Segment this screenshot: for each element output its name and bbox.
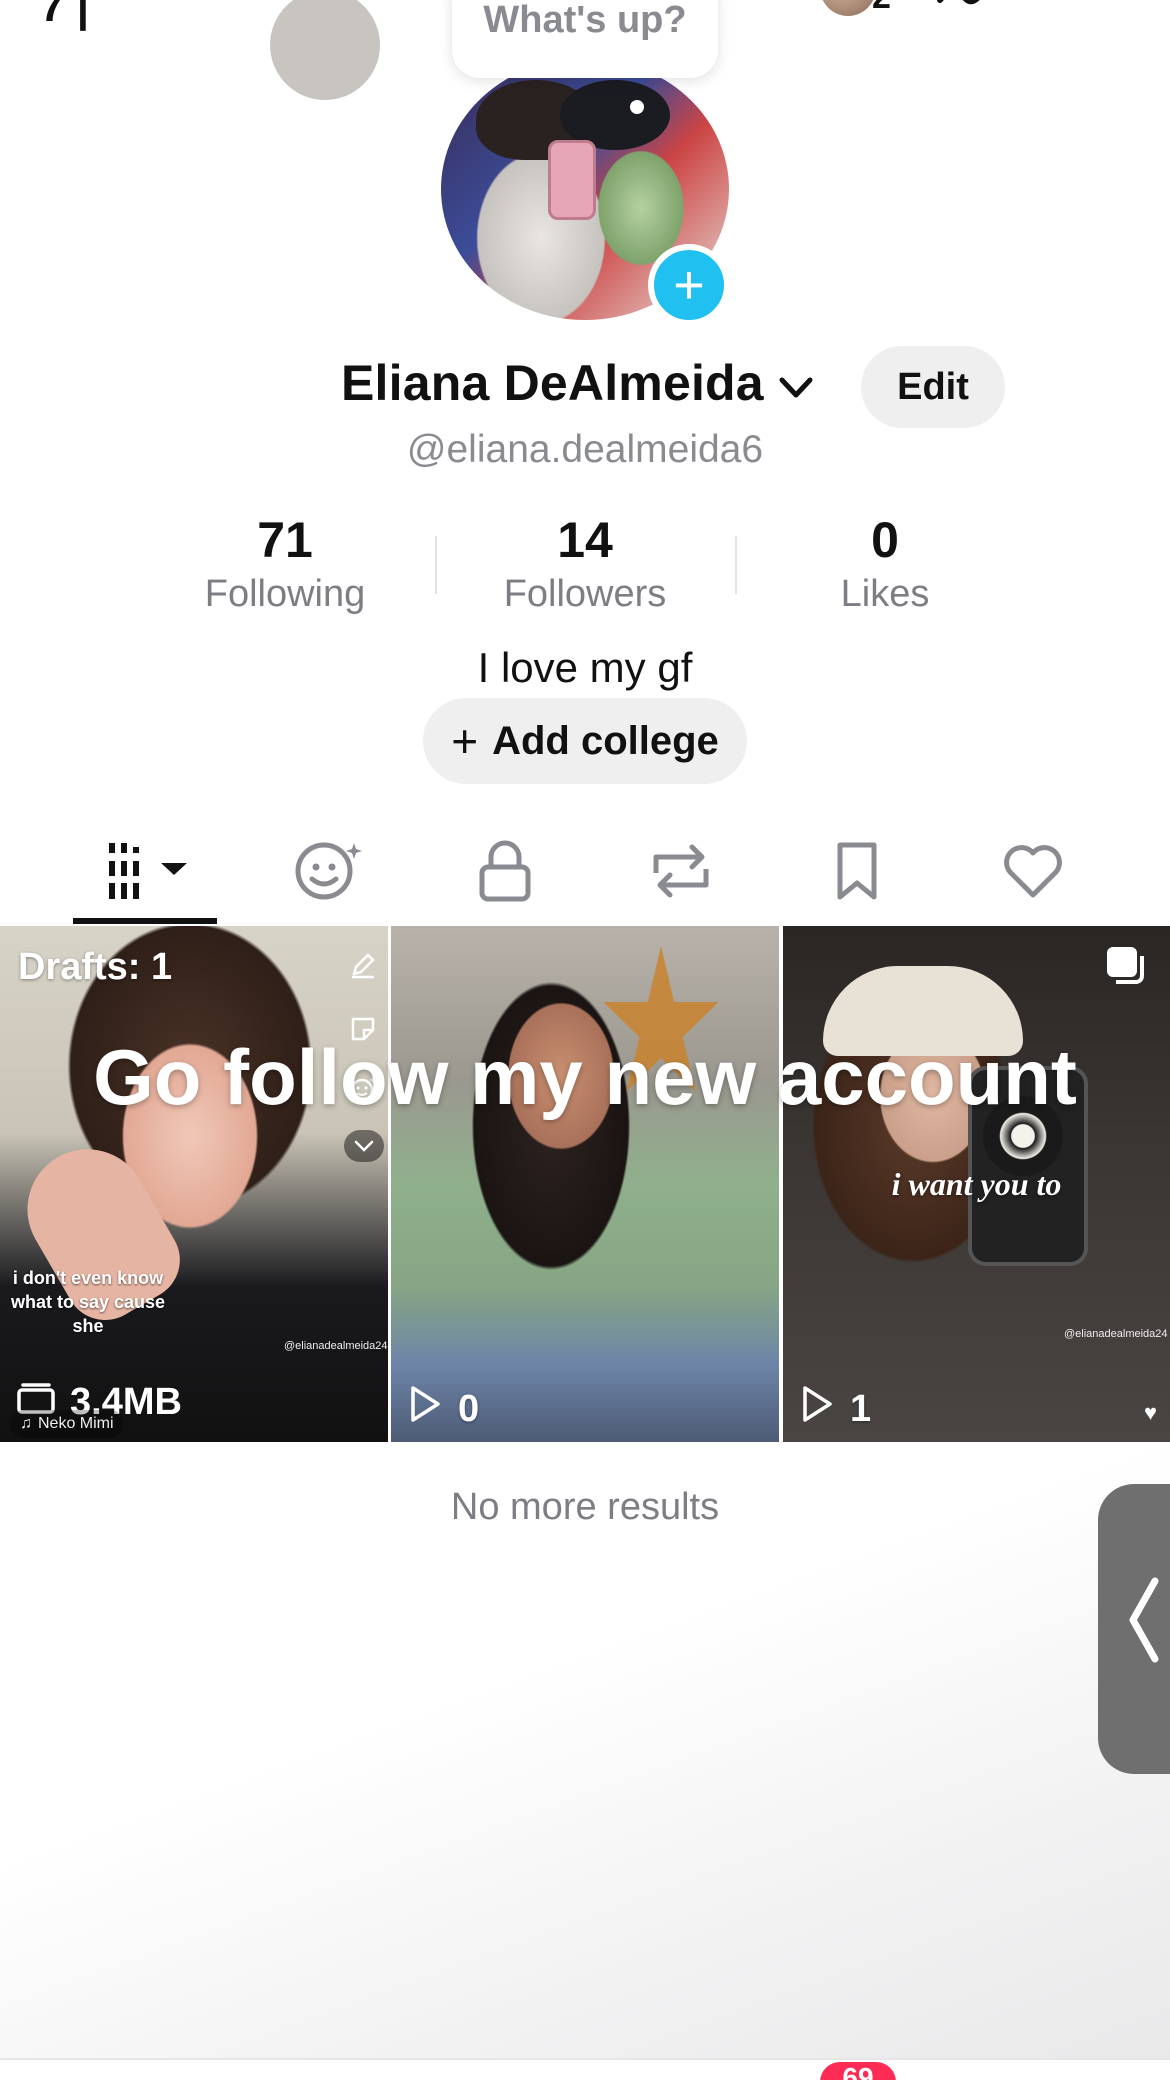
repost-icon bbox=[646, 839, 716, 908]
status-bar-glyph: 7 | bbox=[40, 0, 90, 31]
overlay-text: Go follow my new account bbox=[93, 1033, 1077, 1121]
add-college-button[interactable]: + Add college bbox=[423, 698, 747, 784]
profile-handle: @eliana.dealmeida6 bbox=[406, 428, 764, 471]
status-bubble[interactable]: What's up? bbox=[452, 0, 718, 78]
multi-photo-icon bbox=[1104, 944, 1146, 986]
grid-icon bbox=[99, 841, 191, 906]
chevron-down-icon[interactable] bbox=[776, 368, 816, 408]
stats-row: 71 Following 14 Followers 0 Likes bbox=[0, 510, 1170, 620]
view-count: 0 bbox=[408, 1384, 479, 1434]
active-tab-indicator bbox=[73, 918, 217, 924]
liked-heart-icon: ♥ bbox=[1144, 1400, 1158, 1425]
heart-icon bbox=[1000, 841, 1066, 906]
friend-count: 2 bbox=[872, 0, 891, 17]
chevron-left-icon bbox=[1125, 1575, 1161, 1684]
video-caption: i don't even know what to say cause she bbox=[10, 1268, 166, 1336]
profile-tabs bbox=[0, 820, 1170, 926]
friend-avatar[interactable] bbox=[820, 0, 876, 16]
view-count: 1 bbox=[800, 1384, 871, 1434]
stat-following[interactable]: 71 Following bbox=[135, 510, 435, 618]
tab-favorite-creators[interactable] bbox=[256, 820, 402, 926]
no-more-results: No more results bbox=[450, 1486, 720, 1528]
view-count-value: 0 bbox=[458, 1387, 480, 1430]
lock-icon bbox=[475, 839, 535, 908]
video-thumb-detail bbox=[270, 0, 380, 100]
add-story-button[interactable]: + bbox=[648, 244, 730, 326]
pencil-icon bbox=[346, 948, 380, 982]
add-college-label: Add college bbox=[492, 718, 719, 763]
profile-bio: I love my gf bbox=[477, 644, 693, 691]
avatar-photo-detail bbox=[548, 140, 596, 220]
expand-icon bbox=[344, 1130, 384, 1162]
view-count-value: 1 bbox=[850, 1387, 872, 1430]
play-icon bbox=[800, 1384, 834, 1434]
tab-reposts[interactable] bbox=[608, 820, 754, 926]
music-note-icon: ♫ bbox=[20, 1415, 32, 1432]
tab-videos[interactable] bbox=[72, 820, 218, 926]
play-icon bbox=[408, 1384, 442, 1434]
video-caption: i want you to bbox=[891, 1166, 1062, 1202]
plus-icon: + bbox=[451, 715, 479, 767]
stat-label: Following bbox=[204, 573, 366, 615]
video-tile[interactable] bbox=[391, 926, 779, 1442]
bottom-nav-bar bbox=[0, 2058, 1170, 2080]
video-watermark: @elianadealmeida24 bbox=[1064, 1328, 1168, 1340]
stat-likes[interactable]: 0 Likes bbox=[735, 510, 1035, 618]
stat-value: 71 bbox=[257, 512, 313, 568]
favorite-creators-icon bbox=[294, 839, 364, 908]
stat-followers[interactable]: 14 Followers bbox=[435, 510, 735, 618]
tab-favorites[interactable] bbox=[784, 820, 930, 926]
stat-value: 0 bbox=[871, 512, 899, 568]
stat-value: 14 bbox=[557, 512, 613, 568]
video-watermark: @elianadealmeida24 bbox=[284, 1340, 388, 1352]
name-row: Eliana DeAlmeida Edit bbox=[0, 346, 1170, 428]
avatar-photo-detail bbox=[630, 100, 644, 114]
stat-label: Likes bbox=[840, 573, 930, 615]
music-title: Neko Mimi bbox=[38, 1415, 114, 1432]
music-chip: ♫ Neko Mimi bbox=[10, 1410, 124, 1438]
drafts-label: Drafts: 1 bbox=[18, 946, 173, 988]
inbox-badge: 69 bbox=[820, 2062, 896, 2080]
profile-name[interactable]: Eliana DeAlmeida bbox=[341, 354, 764, 412]
tab-private[interactable] bbox=[432, 820, 578, 926]
stat-label: Followers bbox=[503, 573, 667, 615]
bookmark-icon bbox=[832, 839, 882, 908]
side-drawer-handle[interactable] bbox=[1098, 1484, 1170, 1774]
tab-liked[interactable] bbox=[960, 820, 1106, 926]
edit-profile-button[interactable]: Edit bbox=[861, 346, 1005, 428]
page-background bbox=[0, 1444, 1170, 2064]
footprint-icon[interactable] bbox=[935, 0, 995, 21]
